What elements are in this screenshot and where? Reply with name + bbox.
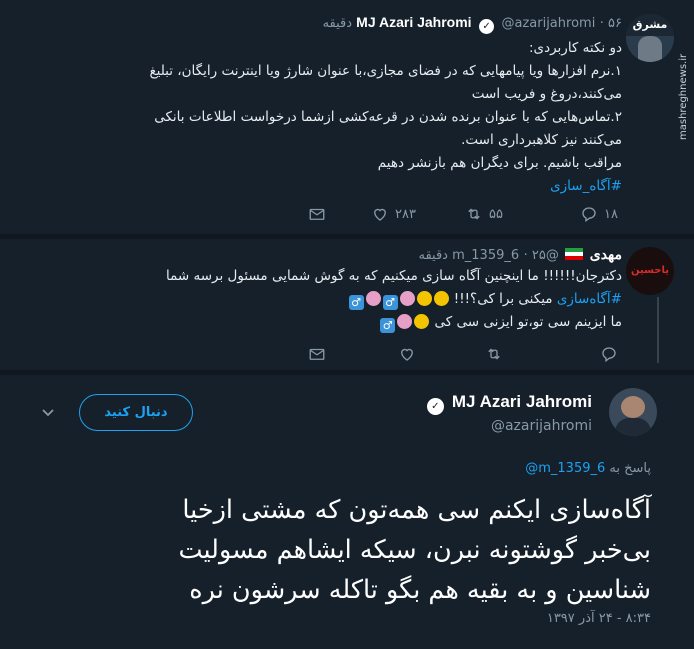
woman-shrugging-emoji-icon [399,291,415,306]
tweet-actions [0,344,694,364]
tweet-line-text: ما ایزینم سی تو،تو ایزنی سی کی [434,314,622,330]
avatar-logo-text: یاحسین [631,265,669,276]
male-sign-emoji-icon: ♂ [348,295,364,310]
tweet-line: دو نکته کاربردی: [528,40,622,56]
envelope-icon [309,348,325,360]
avatar-person [638,36,662,62]
tweet-header: مهدی @m_1359_6 · ۲۵ دقیقه [418,246,623,263]
avatar[interactable]: مشرق [626,14,674,62]
verified-badge-icon: ✓ [479,19,495,34]
avatar[interactable]: یاحسین [626,247,674,295]
avatar-face [621,396,645,418]
tweet-text: دو نکته کاربردی: ۱.نرم افزارها ویا پیامه… [149,37,622,198]
tweet-line: دکترجان!!!!!! ما اینچنین آگاه سازی میکنی… [165,268,622,284]
tweet-line: ما ایزینم سی تو،تو ایزنی سی کی ♂ [166,311,622,334]
reply-prefix: پاسخ به [609,461,651,476]
tweet-text: دکترجان!!!!!! ما اینچنین آگاه سازی میکنی… [166,265,622,334]
tweet-text: آگاه‌سازی ایکنم سی همه‌تون که مشتی ازخیا… [20,490,651,610]
reply-context: پاسخ به @m_1359_6 [525,461,651,476]
tweet-card-2[interactable]: یاحسین مهدی @m_1359_6 · ۲۵ دقیقه دکترجان… [0,239,694,370]
thinking-face-emoji-icon [416,291,432,306]
retweet-icon [468,208,480,220]
display-name[interactable]: مهدی [590,246,622,262]
tweet-header: MJ Azari Jahromi ✓ [424,392,592,415]
tweet-header: MJ Azari Jahromi ✓ @azarijahromi · ۵۶ دق… [322,14,622,34]
tweet-line: بی‌خبر گوشتونه نبرن، سیکه ایشاهم مسولیت [178,535,651,565]
display-name[interactable]: MJ Azari Jahromi [452,392,592,411]
user-handle[interactable]: @azarijahromi [501,16,595,31]
iran-flag-icon [565,248,584,260]
reply-count: ۱۸ [604,206,618,222]
reply-handle-link[interactable]: @m_1359_6 [525,461,605,476]
envelope-icon [309,208,325,220]
tweet-line: شناسین و به بقیه هم بگو تاکله سرشون نره [189,575,651,605]
thinking-face-emoji-icon [433,291,449,306]
retweet-button[interactable]: ۵۵ [465,204,503,224]
tweet-card-1[interactable]: مشرق mashreghnews.ir MJ Azari Jahromi ✓ … [0,0,694,234]
tweet-line: می‌کنند،دروغ و فریب است [471,86,622,102]
hashtag-link[interactable]: #آگاه_سازی [149,175,622,198]
like-count: ۲۸۳ [395,206,416,222]
tweet-line-text: میکنی برا کی؟!!! [453,291,553,307]
reply-button[interactable]: ۱۸ [580,204,618,224]
chevron-down-icon[interactable] [40,404,56,420]
reply-button[interactable] [600,344,618,364]
tweet-line: ۱.نرم افزارها ویا پیامهایی که در فضای مج… [149,63,622,79]
like-button[interactable]: ۲۸۳ [371,204,416,224]
tweet-line: مراقب باشیم. برای دیگران هم بازنشر دهیم [377,155,622,171]
tweet-actions: ۱۸ ۵۵ ۲۸۳ [0,204,694,224]
avatar-logo-text: مشرق [626,14,674,36]
tweet-line: آگاه‌سازی ایکنم سی همه‌تون که مشتی ازخیا [182,495,651,525]
retweet-count: ۵۵ [489,206,503,222]
tweet-line: می‌کنند نیز کلاهبرداری است. [461,132,622,148]
woman-shrugging-emoji-icon [365,291,381,306]
verified-badge-icon: ✓ [426,398,444,415]
display-name[interactable]: MJ Azari Jahromi [356,14,471,30]
woman-shrugging-emoji-icon [397,314,413,329]
thinking-face-emoji-icon [414,314,430,329]
avatar[interactable] [609,388,657,436]
reply-icon [582,207,596,223]
like-button[interactable] [398,344,416,364]
hashtag-link[interactable]: #آگاه‌سازی [557,291,622,307]
dm-button[interactable] [308,204,326,224]
tweet-line: #آگاه‌سازی میکنی برا کی؟!!! ♂ ♂ [166,288,622,311]
retweet-icon [488,348,500,360]
heart-icon [401,348,413,361]
heart-icon [374,208,386,221]
male-sign-emoji-icon: ♂ [382,295,398,310]
reply-icon [602,347,616,363]
retweet-button[interactable] [485,344,503,364]
user-handle[interactable]: @azarijahromi [491,418,592,434]
avatar-body [615,418,651,436]
male-sign-emoji-icon: ♂ [380,318,396,333]
tweet-timestamp[interactable]: ۸:۳۴ - ۲۴ آذر ۱۳۹۷ [547,611,651,626]
follow-button[interactable]: دنبال کنید [79,394,193,431]
watermark-text: mashreghnews.ir [678,53,689,140]
tweet-line: ۲.تماس‌هایی که با عنوان برنده شدن در قرع… [154,109,622,125]
dm-button[interactable] [308,344,326,364]
